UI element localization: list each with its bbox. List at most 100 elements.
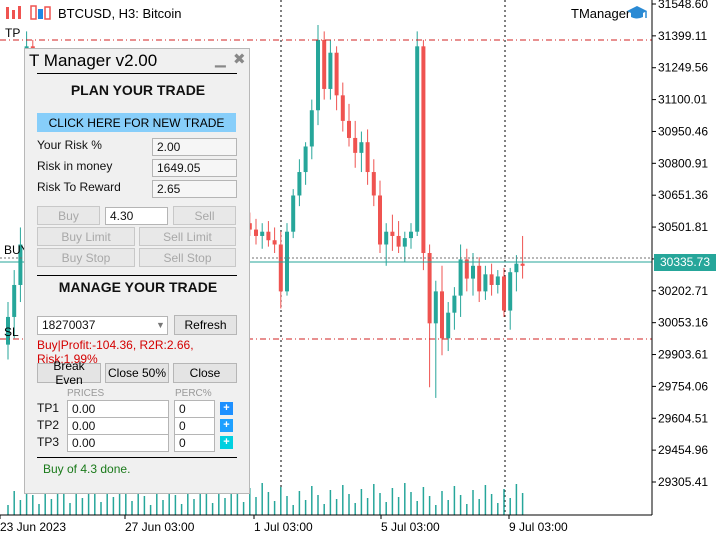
tp-line-label: TP [5, 26, 21, 40]
manage-heading: MANAGE YOUR TRADE [58, 279, 218, 295]
graduation-cap-icon [626, 4, 648, 22]
tp2-add-button[interactable]: + [220, 419, 233, 432]
refresh-button[interactable]: Refresh [174, 315, 237, 335]
time-tick-label: 23 Jun 2023 [0, 520, 66, 534]
candle-body [365, 142, 370, 173]
price-tick-label: 29903.61 [658, 348, 708, 362]
candle-body [322, 39, 327, 89]
price-tick-label: 29754.06 [658, 379, 708, 393]
tmanager-panel[interactable]: T Manager v2.00 ▁ ✖ PLAN YOUR TRADE CLIC… [24, 48, 250, 494]
chevron-down-icon[interactable]: ▼ [156, 320, 165, 330]
time-tick-label: 5 Jul 03:00 [381, 520, 440, 534]
divider [37, 275, 237, 276]
candle-body [433, 291, 438, 324]
plan-heading: PLAN YOUR TRADE [70, 82, 206, 98]
candle-body [347, 120, 351, 138]
candle-body [328, 52, 333, 89]
risk-pct-input[interactable]: 2.00 [152, 138, 237, 156]
time-tick-label: 1 Jul 03:00 [254, 520, 313, 534]
candle-body [291, 195, 296, 232]
candle-body [371, 172, 376, 196]
candle-body [415, 46, 420, 232]
close-button[interactable]: Close [173, 363, 237, 383]
price-tick-label: 30501.81 [658, 220, 708, 234]
ticket-dropdown[interactable]: 18270037 [37, 316, 168, 335]
candle-body [316, 39, 320, 111]
indicator-name: TManager [571, 6, 631, 21]
candle-body [483, 274, 488, 292]
candle-body [502, 276, 506, 311]
chart-type-icon[interactable] [4, 4, 24, 22]
price-tick-label: 31399.11 [658, 29, 707, 43]
panel-title: T Manager v2.00 [29, 51, 158, 70]
tp2-perc-input[interactable]: 0 [174, 417, 215, 435]
candle-body [477, 265, 482, 292]
candle-body [396, 235, 401, 247]
candle-body [514, 263, 519, 273]
price-tick-label: 30950.46 [658, 124, 708, 138]
buy-stop-button[interactable]: Buy Stop [37, 248, 135, 267]
candle-body [520, 263, 525, 266]
prices-header: PRICES [67, 388, 105, 399]
footer-message: Buy of 4.3 done. [43, 462, 131, 476]
sell-limit-button[interactable]: Sell Limit [139, 227, 236, 246]
price-tick-label: 29604.51 [658, 411, 708, 425]
buy-button[interactable]: Buy [37, 206, 100, 225]
risk-money-input[interactable]: 1649.05 [152, 159, 237, 177]
tp2-price-input[interactable]: 0.00 [67, 417, 169, 435]
rr-label: Risk To Reward [37, 180, 121, 194]
break-even-button[interactable]: Break Even [37, 359, 101, 387]
sell-stop-button[interactable]: Sell Stop [139, 248, 236, 267]
candle-body [12, 284, 17, 317]
candle-body [440, 291, 444, 339]
price-tick-label: 30651.36 [658, 188, 708, 202]
minimize-icon[interactable]: ▁ [215, 51, 226, 68]
tp1-add-button[interactable]: + [220, 402, 233, 415]
bar-chart-icon[interactable] [30, 4, 51, 22]
candle-body [260, 231, 265, 236]
close-50-button[interactable]: Close 50% [105, 363, 169, 383]
close-icon[interactable]: ✖ [233, 50, 246, 68]
candle-body [266, 231, 271, 241]
candle-body [427, 253, 432, 324]
sl-line-label: SL [4, 325, 19, 339]
current-price-label: 30335.73 [654, 254, 716, 271]
candle-body [359, 142, 364, 153]
tp2-label: TP2 [37, 418, 60, 432]
tp3-add-button[interactable]: + [220, 436, 233, 449]
candle-body [508, 272, 513, 311]
tp1-price-input[interactable]: 0.00 [67, 400, 169, 418]
lot-size-input[interactable]: 4.30 [105, 207, 168, 225]
candle-body [384, 231, 389, 245]
candle-body [452, 295, 457, 313]
tp1-perc-input[interactable]: 0 [174, 400, 215, 418]
candle-body [297, 172, 302, 196]
candle-body [353, 137, 358, 153]
ticket-value: 18270037 [42, 318, 96, 332]
price-tick-label: 30202.71 [658, 284, 708, 298]
buy-limit-button[interactable]: Buy Limit [37, 227, 135, 246]
price-tick-label: 31249.56 [658, 61, 708, 75]
risk-money-label: Risk in money [37, 159, 113, 173]
tp3-price-input[interactable]: 0.00 [67, 434, 169, 452]
candle-body [489, 274, 494, 285]
candle-body [495, 276, 500, 285]
candle-body [309, 110, 314, 147]
price-tick-label: 29454.96 [658, 443, 708, 457]
sell-button[interactable]: Sell [173, 206, 236, 225]
divider [37, 73, 237, 74]
price-tick-label: 29305.41 [658, 475, 708, 489]
rr-input[interactable]: 2.65 [152, 180, 237, 198]
price-tick-label: 31100.01 [658, 93, 707, 107]
time-tick-label: 9 Jul 03:00 [509, 520, 568, 534]
risk-pct-label: Your Risk % [37, 138, 102, 152]
candle-body [340, 95, 345, 121]
tp3-perc-input[interactable]: 0 [174, 434, 215, 452]
new-trade-button[interactable]: CLICK HERE FOR NEW TRADE [37, 113, 236, 132]
candle-body [378, 195, 382, 245]
candle-body [446, 312, 451, 339]
price-tick-label: 31548.60 [658, 0, 708, 11]
candle-body [471, 265, 475, 279]
candle-body [421, 46, 426, 254]
candle-body [303, 146, 308, 173]
